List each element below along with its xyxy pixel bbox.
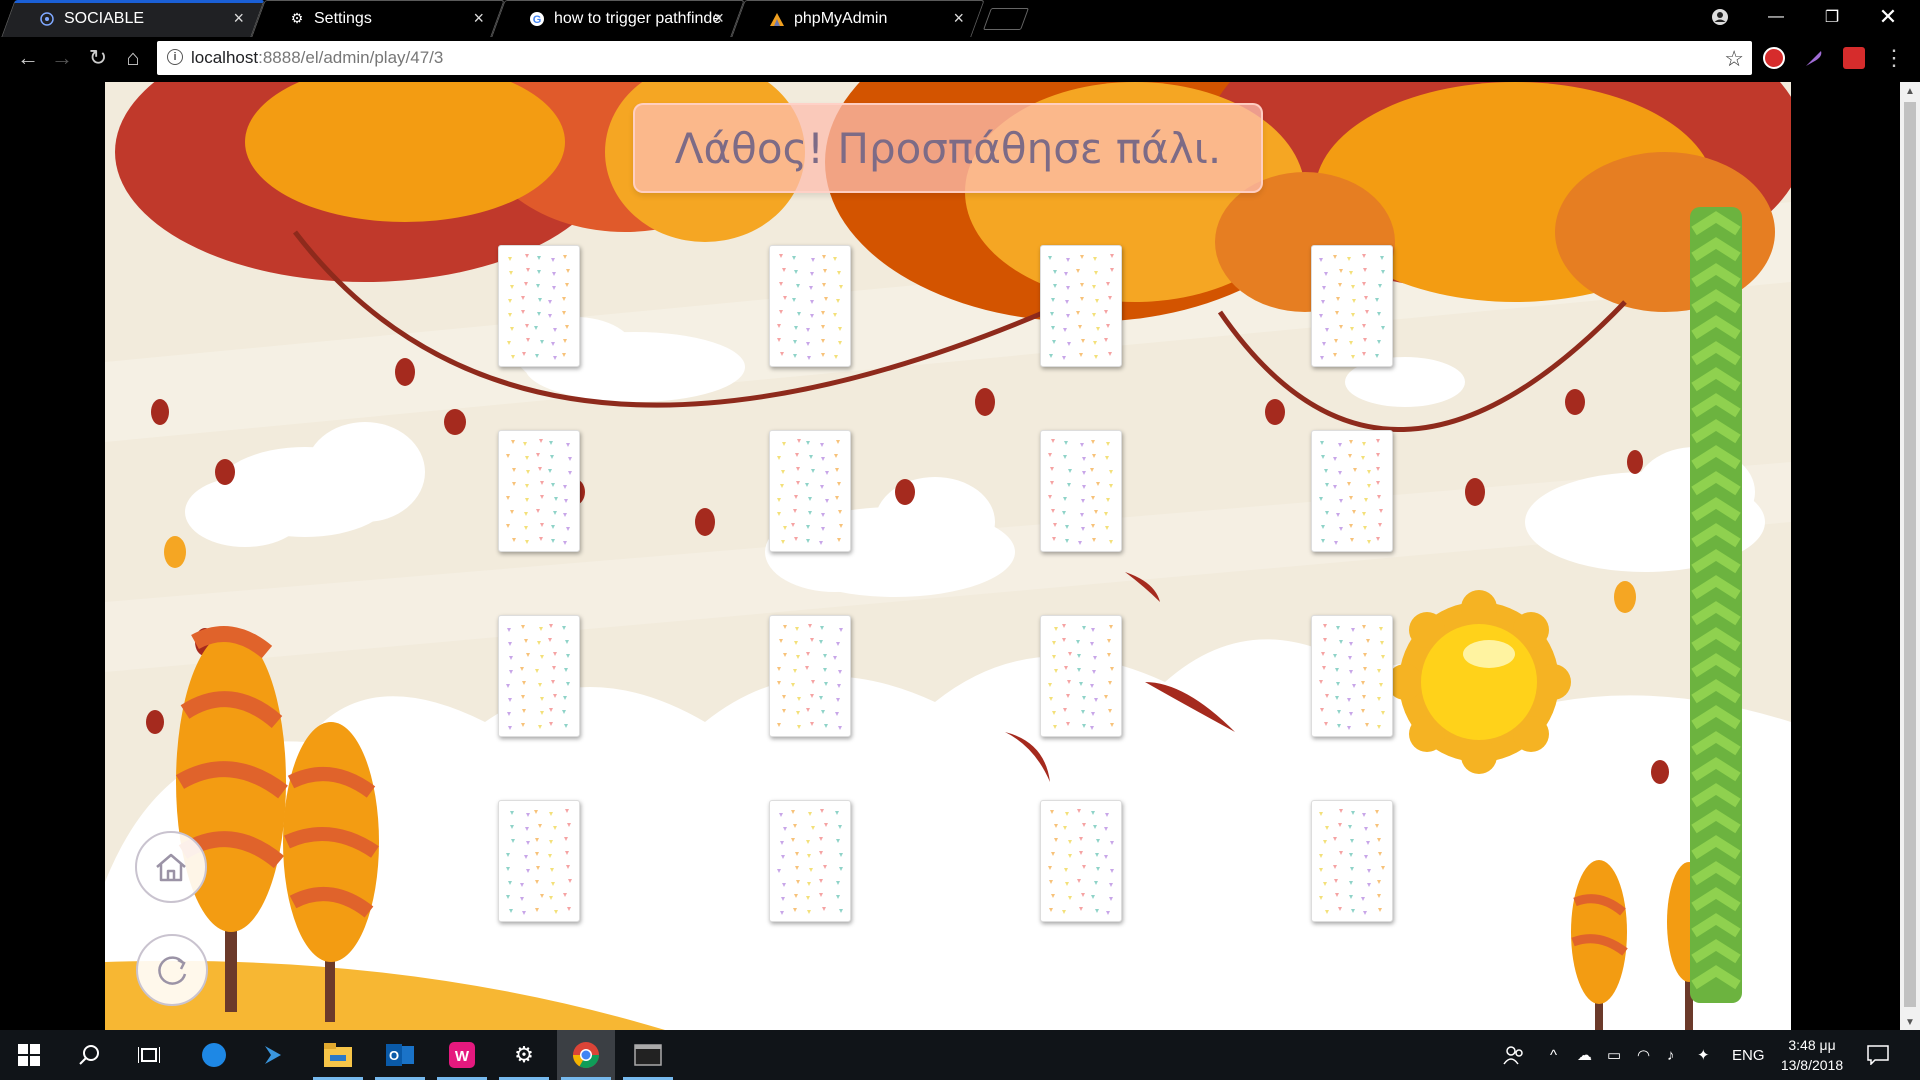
restart-icon (158, 956, 187, 985)
minimize-icon[interactable]: — (1748, 0, 1804, 34)
battery-icon[interactable]: ▭ (1607, 1030, 1621, 1080)
memory-card[interactable] (1040, 430, 1122, 552)
new-tab-button[interactable] (982, 8, 1030, 30)
svg-text:G: G (533, 14, 542, 26)
home-page-icon[interactable]: ⌂ (119, 44, 147, 72)
tab-google-search[interactable]: G how to trigger pathfinder × (491, 0, 745, 37)
info-icon[interactable]: i (167, 49, 183, 65)
clock-time: 3:48 μμ (1788, 1037, 1836, 1053)
memory-card[interactable] (1311, 430, 1393, 552)
sociable-logo-icon (38, 10, 56, 28)
home-icon (156, 853, 186, 882)
page-scrollbar[interactable]: ▲ ▼ (1900, 82, 1920, 1030)
phpmyadmin-icon (768, 10, 786, 28)
tab-title: SOCIABLE (64, 9, 145, 27)
extension-shield-icon[interactable] (1763, 47, 1785, 69)
address-bar[interactable]: i localhost:8888/el/admin/play/47/3 ☆ (157, 41, 1752, 75)
progress-bar (1690, 207, 1742, 1003)
memory-card[interactable] (1311, 245, 1393, 367)
settings-app-icon[interactable]: ⚙ (495, 1030, 553, 1080)
window-close-icon[interactable]: ✕ (1860, 0, 1916, 34)
close-icon[interactable]: × (233, 8, 244, 29)
safari-app-icon[interactable] (185, 1030, 243, 1080)
chrome-app-icon[interactable] (557, 1030, 615, 1080)
windows-taskbar: O W ⚙ ^ ☁ ▭ ◠ ♪ ✦ ENG 3:48 μμ 13/8/2018 (0, 1030, 1920, 1080)
back-icon[interactable]: ← (14, 44, 42, 72)
file-explorer-icon[interactable] (309, 1030, 367, 1080)
outlook-app-icon[interactable]: O (371, 1030, 429, 1080)
url-path: :8888/el/admin/play/47/3 (258, 48, 444, 67)
taskbar-clock[interactable]: 3:48 μμ 13/8/2018 (1772, 1035, 1852, 1075)
language-indicator[interactable]: ENG (1732, 1030, 1765, 1080)
memory-card[interactable] (1040, 800, 1122, 922)
notifications-icon[interactable] (1867, 1030, 1889, 1080)
tab-title: Settings (314, 9, 372, 27)
scroll-up-icon[interactable]: ▲ (1905, 86, 1915, 97)
memory-card[interactable] (498, 615, 580, 737)
chevron-up-icon[interactable]: ^ (1550, 1030, 1557, 1080)
tab-sociable[interactable]: SOCIABLE × (1, 0, 265, 37)
memory-card[interactable] (1040, 615, 1122, 737)
svg-text:W: W (455, 1048, 470, 1065)
feedback-message-banner: Λάθος! Προσπάθησε πάλι. (633, 103, 1263, 193)
memory-card[interactable] (498, 430, 580, 552)
task-view-icon[interactable] (120, 1030, 178, 1080)
memory-card[interactable] (769, 615, 851, 737)
restore-icon[interactable]: ❐ (1804, 0, 1860, 34)
vscode-app-icon[interactable] (245, 1030, 303, 1080)
memory-card[interactable] (1040, 245, 1122, 367)
memory-card[interactable] (769, 245, 851, 367)
extension-red-icon[interactable] (1843, 47, 1865, 69)
tab-phpmyadmin[interactable]: phpMyAdmin × (731, 0, 985, 37)
restart-button[interactable] (136, 934, 208, 1006)
url-host: localhost (191, 48, 259, 67)
scrollbar-thumb[interactable] (1904, 102, 1916, 1007)
memory-card[interactable] (769, 430, 851, 552)
onedrive-icon[interactable]: ☁ (1577, 1030, 1592, 1080)
close-icon[interactable]: × (713, 8, 724, 29)
memory-card[interactable] (498, 245, 580, 367)
close-icon[interactable]: × (473, 8, 484, 29)
svg-text:O: O (389, 1048, 399, 1063)
menu-icon[interactable]: ⋮ (1880, 44, 1908, 72)
tab-title: how to trigger pathfinder (554, 9, 722, 27)
start-windows-icon[interactable] (0, 1030, 58, 1080)
tab-title: phpMyAdmin (794, 9, 888, 27)
extension-feather-icon[interactable] (1803, 47, 1825, 69)
home-button[interactable] (135, 831, 207, 903)
google-icon: G (528, 10, 546, 28)
tab-settings[interactable]: ⚙ Settings × (251, 0, 505, 37)
profile-icon[interactable] (1692, 0, 1748, 34)
search-icon[interactable] (60, 1030, 118, 1080)
memory-card[interactable] (769, 800, 851, 922)
people-icon[interactable] (1503, 1030, 1525, 1080)
gear-icon: ⚙ (290, 10, 304, 26)
wamp-app-icon[interactable]: W (433, 1030, 491, 1080)
reload-icon[interactable]: ↻ (84, 44, 112, 72)
wifi-icon[interactable]: ◠ (1637, 1030, 1650, 1080)
browser-toolbar: ← → ↻ ⌂ i localhost:8888/el/admin/play/4… (0, 37, 1920, 79)
memory-card[interactable] (498, 800, 580, 922)
scroll-down-icon[interactable]: ▼ (1905, 1017, 1915, 1028)
dropbox-icon[interactable]: ✦ (1697, 1030, 1710, 1080)
bookmark-star-icon[interactable]: ☆ (1724, 46, 1744, 72)
close-icon[interactable]: × (953, 8, 964, 29)
game-page: Λάθος! Προσπάθησε πάλι. (105, 82, 1791, 1030)
autumn-background (105, 82, 1791, 1030)
browser-tabstrip: SOCIABLE × ⚙ Settings × G how to trigger… (0, 0, 1920, 37)
memory-card[interactable] (1311, 615, 1393, 737)
memory-card[interactable] (1311, 800, 1393, 922)
forward-icon[interactable]: → (48, 44, 76, 72)
terminal-app-icon[interactable] (619, 1030, 677, 1080)
volume-icon[interactable]: ♪ (1667, 1030, 1675, 1080)
clock-date: 13/8/2018 (1780, 1057, 1844, 1073)
